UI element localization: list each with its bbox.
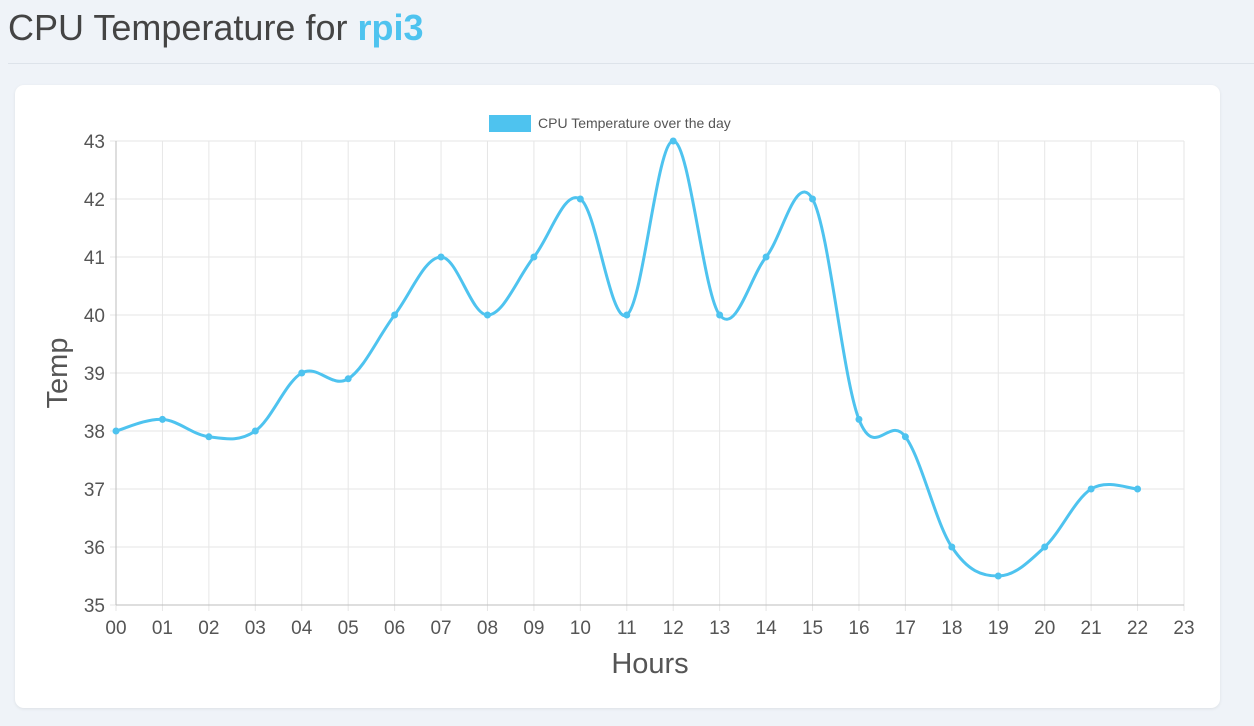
x-tick-label: 09: [523, 618, 544, 639]
x-tick-label: 18: [941, 618, 962, 639]
x-tick-label: 11: [617, 618, 637, 639]
x-tick-label: 15: [802, 618, 823, 639]
x-tick-label: 07: [430, 618, 451, 639]
x-tick-label: 13: [709, 618, 730, 639]
page-title-prefix: CPU Temperature for: [8, 7, 348, 48]
data-point: [298, 369, 306, 377]
x-tick-label: 16: [848, 618, 869, 639]
y-axis-title: Temp: [42, 338, 74, 409]
y-tick-label: 40: [84, 306, 105, 327]
x-tick-label: 14: [756, 618, 778, 639]
y-tick-label: 39: [84, 364, 105, 385]
data-point: [855, 415, 863, 423]
x-tick-label: 02: [198, 618, 219, 639]
x-tick-label: 00: [105, 618, 126, 639]
data-point: [948, 543, 956, 551]
data-point: [530, 253, 538, 261]
x-tick-label: 06: [384, 618, 405, 639]
x-tick-label: 22: [1127, 618, 1148, 639]
y-tick-label: 42: [84, 190, 105, 211]
data-point: [762, 253, 770, 261]
y-tick-label: 43: [84, 132, 105, 153]
data-point: [716, 311, 724, 319]
y-tick-label: 35: [84, 596, 105, 617]
data-point: [483, 311, 491, 319]
data-point: [158, 415, 166, 423]
x-tick-label: 17: [895, 618, 916, 639]
x-tick-label: 08: [477, 618, 498, 639]
data-point: [1134, 485, 1142, 493]
x-tick-label: 01: [152, 618, 173, 639]
data-point: [1087, 485, 1095, 493]
data-point: [623, 311, 631, 319]
data-point: [576, 195, 584, 203]
x-tick-label: 19: [988, 618, 1009, 639]
y-tick-label: 41: [84, 248, 105, 269]
data-point: [1041, 543, 1049, 551]
data-point: [994, 572, 1002, 580]
data-point: [391, 311, 399, 319]
legend-swatch: [489, 115, 531, 132]
data-point: [437, 253, 445, 261]
data-point: [251, 427, 259, 435]
data-point: [669, 137, 677, 145]
x-tick-label: 04: [291, 618, 313, 639]
data-point: [344, 375, 352, 383]
temperature-chart: 35 36 37 38 39 40 41 42 43 00 01 02 03 04 05 06 07 08 09 10…: [42, 115, 1195, 680]
x-axis-title: Hours: [611, 648, 688, 680]
y-tick-label: 38: [84, 422, 105, 443]
y-tick-label: 36: [84, 538, 105, 559]
x-tick-label: 12: [663, 618, 684, 639]
chart-card: 35 36 37 38 39 40 41 42 43 00 01 02 03 04 05 06 07 08 09 10…: [15, 85, 1220, 708]
data-point: [205, 433, 213, 441]
x-tick-label: 21: [1081, 618, 1102, 639]
y-tick-label: 37: [84, 480, 105, 501]
host-name: rpi3: [357, 7, 424, 48]
x-tick-label: 05: [338, 618, 359, 639]
page-title: CPU Temperature for rpi3: [8, 6, 424, 50]
x-tick-label: 03: [245, 618, 266, 639]
data-point: [901, 433, 909, 441]
data-point: [112, 427, 120, 435]
legend-label: CPU Temperature over the day: [538, 115, 731, 131]
data-point: [809, 195, 817, 203]
page-header: CPU Temperature for rpi3: [8, 0, 1254, 64]
x-tick-label: 20: [1034, 618, 1055, 639]
x-tick-label: 10: [570, 618, 591, 639]
x-tick-label: 23: [1173, 618, 1194, 639]
